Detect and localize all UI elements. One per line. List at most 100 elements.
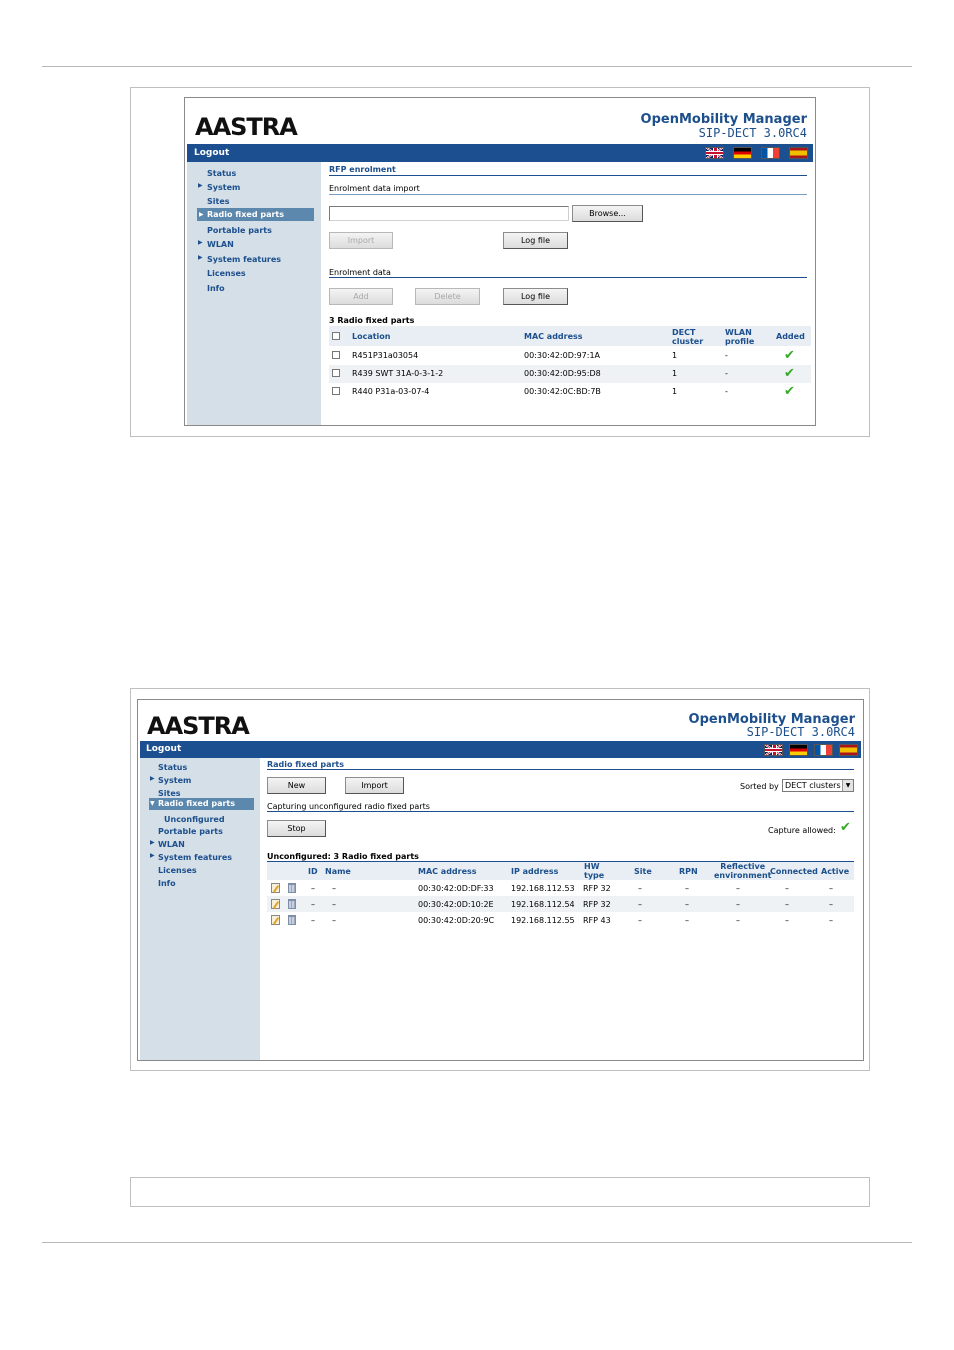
- table-row[interactable]: R440 P31a-03-07-4 00:30:42:0C:BD:7B 1 - …: [329, 383, 811, 401]
- row-site: –: [638, 884, 642, 893]
- added-check-icon: ✔: [784, 384, 795, 399]
- table-title: Unconfigured: 3 Radio fixed parts: [267, 852, 419, 861]
- capture-allowed-label: Capture allowed:: [768, 826, 836, 835]
- col-mac: MAC address: [524, 332, 583, 341]
- row-dect: 1: [672, 351, 678, 360]
- aastra-logo: AASTRA: [147, 712, 250, 740]
- es-flag-icon[interactable]: [789, 147, 808, 159]
- row-name: –: [332, 916, 336, 925]
- new-button[interactable]: New: [267, 777, 326, 794]
- edit-icon[interactable]: [271, 915, 280, 925]
- row-mac: 00:30:42:0C:BD:7B: [524, 387, 601, 396]
- nav-status[interactable]: Status: [158, 763, 187, 772]
- delete-button[interactable]: Delete: [415, 288, 480, 305]
- uk-flag-icon[interactable]: [764, 744, 783, 756]
- divider: [267, 769, 854, 770]
- row-mac: 00:30:42:0D:DF:33: [418, 884, 494, 893]
- fr-flag-icon[interactable]: [814, 744, 833, 756]
- table-row[interactable]: R439 SWT 31A-0-3-1-2 00:30:42:0D:95:D8 1…: [329, 365, 811, 383]
- browse-button[interactable]: Browse...: [572, 205, 643, 222]
- sorted-by-select[interactable]: DECT clusters ▼: [782, 779, 854, 792]
- select-all-checkbox[interactable]: [332, 332, 340, 340]
- nav-system-features[interactable]: System features: [207, 255, 281, 264]
- import-button[interactable]: Import: [345, 777, 404, 794]
- nav-sites[interactable]: Sites: [207, 197, 230, 206]
- divider: [329, 175, 807, 176]
- edit-icon[interactable]: [271, 883, 280, 893]
- logout-link[interactable]: Logout: [194, 148, 229, 158]
- log-file-button[interactable]: Log file: [503, 232, 568, 249]
- nav-info[interactable]: Info: [207, 284, 225, 293]
- expand-arrow-icon[interactable]: ▶: [198, 182, 203, 189]
- row-checkbox[interactable]: [332, 387, 340, 395]
- nav-radio-fixed-parts[interactable]: Radio fixed parts: [197, 208, 314, 221]
- row-checkbox[interactable]: [332, 369, 340, 377]
- import-button[interactable]: Import: [329, 232, 393, 249]
- row-reflective: –: [736, 900, 740, 909]
- table-row[interactable]: – – 00:30:42:0D:DF:33 192.168.112.53 RFP…: [267, 880, 854, 896]
- col-site: Site: [634, 867, 652, 876]
- nav-portable-parts[interactable]: Portable parts: [207, 226, 272, 235]
- expand-arrow-icon[interactable]: ▶: [150, 852, 155, 859]
- file-path-input[interactable]: [329, 206, 569, 221]
- logout-link[interactable]: Logout: [146, 744, 181, 754]
- add-button[interactable]: Add: [329, 288, 393, 305]
- row-checkbox[interactable]: [332, 351, 340, 359]
- nav-radio-fixed-parts[interactable]: Radio fixed parts: [149, 798, 254, 810]
- nav-system[interactable]: System: [158, 776, 191, 785]
- brand-version: SIP-DECT 3.0RC4: [746, 725, 855, 739]
- sorted-by-label: Sorted by: [740, 782, 779, 791]
- sorted-by-value: DECT clusters: [785, 781, 841, 790]
- col-hw-type: HW type: [584, 862, 605, 880]
- col-wlan: WLAN profile: [725, 328, 755, 346]
- nav-wlan[interactable]: WLAN: [158, 840, 185, 849]
- row-active: –: [829, 884, 833, 893]
- col-name: Name: [325, 867, 351, 876]
- expand-arrow-icon[interactable]: ▶: [150, 775, 155, 782]
- expand-arrow-icon[interactable]: ▶: [198, 239, 203, 246]
- enrolment-data-title: Enrolment data: [329, 268, 391, 277]
- de-flag-icon[interactable]: [733, 147, 752, 159]
- nav-wlan[interactable]: WLAN: [207, 240, 234, 249]
- nav-status[interactable]: Status: [207, 169, 236, 178]
- table-title: 3 Radio fixed parts: [329, 316, 415, 325]
- stop-button[interactable]: Stop: [267, 820, 326, 837]
- expand-arrow-icon[interactable]: ▶: [150, 839, 155, 846]
- top-bar: Logout: [140, 741, 861, 758]
- divider: [267, 811, 854, 812]
- table-row[interactable]: – – 00:30:42:0D:10:2E 192.168.112.54 RFP…: [267, 896, 854, 912]
- expand-arrow-icon[interactable]: ▶: [199, 211, 204, 218]
- trash-icon[interactable]: [288, 915, 296, 925]
- row-mac: 00:30:42:0D:10:2E: [418, 900, 494, 909]
- collapse-arrow-icon[interactable]: ▼: [150, 800, 155, 807]
- col-added: Added: [776, 332, 805, 341]
- col-mac: MAC address: [418, 867, 477, 876]
- es-flag-icon[interactable]: [839, 744, 858, 756]
- trash-icon[interactable]: [288, 899, 296, 909]
- nav-sites[interactable]: Sites: [158, 789, 181, 798]
- nav-system-features[interactable]: System features: [158, 853, 232, 862]
- log-file-button[interactable]: Log file: [503, 288, 568, 305]
- fr-flag-icon[interactable]: [761, 147, 780, 159]
- nav-unconfigured[interactable]: Unconfigured: [164, 815, 225, 824]
- nav-licenses[interactable]: Licenses: [158, 866, 197, 875]
- nav-portable-parts[interactable]: Portable parts: [158, 827, 223, 836]
- expand-arrow-icon[interactable]: ▶: [198, 254, 203, 261]
- edit-icon[interactable]: [271, 899, 280, 909]
- row-rpn: –: [685, 884, 689, 893]
- nav-licenses[interactable]: Licenses: [207, 269, 246, 278]
- brand-title: OpenMobility Manager: [640, 112, 807, 127]
- row-id: –: [311, 884, 315, 893]
- nav-info[interactable]: Info: [158, 879, 176, 888]
- row-dect: 1: [672, 369, 678, 378]
- table-row[interactable]: – – 00:30:42:0D:20:9C 192.168.112.55 RFP…: [267, 912, 854, 928]
- row-ip: 192.168.112.53: [511, 884, 575, 893]
- aastra-logo: AASTRA: [195, 113, 298, 141]
- row-wlan: -: [725, 387, 728, 396]
- table-row[interactable]: R451P31a03054 00:30:42:0D:97:1A 1 - ✔: [329, 347, 811, 365]
- de-flag-icon[interactable]: [789, 744, 808, 756]
- uk-flag-icon[interactable]: [705, 147, 724, 159]
- row-name: –: [332, 884, 336, 893]
- trash-icon[interactable]: [288, 883, 296, 893]
- nav-system[interactable]: System: [207, 183, 240, 192]
